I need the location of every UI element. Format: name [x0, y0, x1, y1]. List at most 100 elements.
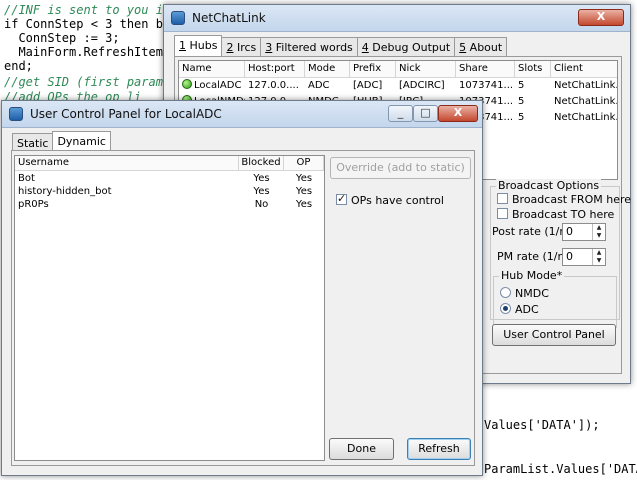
- ops-have-control-checkbox[interactable]: OPs have control: [336, 192, 444, 207]
- hub-prefix: [ADC]: [353, 80, 383, 91]
- hub-share: 1073741...: [459, 80, 514, 91]
- broadcast-options-group: Broadcast Options Broadcast FROM here Br…: [490, 179, 631, 328]
- radio-button[interactable]: [500, 287, 511, 298]
- tab-hubs[interactable]: 1 Hubs: [174, 35, 223, 57]
- dynamic-panel: Username Blocked OP Bot Yes Yes history-…: [11, 150, 475, 466]
- tab-debug-output[interactable]: 4 Debug Output: [356, 37, 456, 57]
- radio-label: ADC: [515, 303, 539, 316]
- column-header-share[interactable]: Share: [456, 61, 515, 77]
- hub-name: LocalADC: [194, 80, 242, 91]
- username: Bot: [18, 173, 35, 184]
- connected-status-icon: [182, 79, 192, 89]
- title-bar[interactable]: User Control Panel for LocalADC _ □ X: [2, 101, 482, 128]
- broadcast-to-checkbox[interactable]: Broadcast TO here: [497, 208, 614, 221]
- code-line: end;: [4, 59, 33, 73]
- spinner-arrows-icon[interactable]: ▲ ▼: [592, 249, 605, 265]
- column-header-prefix[interactable]: Prefix: [350, 61, 396, 77]
- checkbox-box[interactable]: [497, 193, 508, 204]
- username: history-hidden_bot: [18, 186, 112, 197]
- column-header-mode[interactable]: Mode: [305, 61, 350, 77]
- radio-label: NMDC: [515, 287, 549, 300]
- op-value: Yes: [295, 186, 313, 197]
- minimize-button[interactable]: _: [388, 105, 413, 122]
- column-header-nick[interactable]: Nick: [396, 61, 456, 77]
- hub-mode: ADC: [308, 80, 330, 91]
- hub-slots: 5: [518, 80, 525, 91]
- app-icon: [171, 11, 185, 25]
- table-header: Username Blocked OP: [15, 156, 324, 171]
- list-item[interactable]: Bot Yes Yes: [15, 172, 324, 185]
- column-header-slots[interactable]: Slots: [515, 61, 551, 77]
- users-list[interactable]: Username Blocked OP Bot Yes Yes history-…: [14, 155, 325, 461]
- pm-rate-spinner[interactable]: 0 ▲ ▼: [562, 248, 606, 266]
- code-line: ConnStep := 3;: [4, 31, 120, 45]
- hub-mode-adc-radio[interactable]: ADC: [500, 303, 539, 316]
- spinner-value: 0: [566, 250, 573, 263]
- blocked-value: Yes: [253, 186, 270, 197]
- tab-strip: 1 Hubs 2 Ircs 3 Filtered words 4 Debug Outp…: [174, 35, 508, 57]
- table-header: Name Host:port Mode Prefix Nick Share Sl…: [179, 61, 617, 78]
- column-header-client[interactable]: Client: [551, 61, 617, 77]
- tab-label: Ircs: [233, 41, 257, 54]
- post-rate-spinner[interactable]: 0 ▲ ▼: [562, 223, 606, 241]
- username: pR0Ps: [18, 199, 49, 210]
- tab-label: Hubs: [186, 39, 218, 52]
- hub-client: NetChatLink...: [554, 112, 618, 123]
- hub-client: NetChatLink...: [554, 96, 618, 107]
- code-line: ParamList.Values['DATA: [484, 462, 637, 476]
- radio-button[interactable]: [500, 303, 511, 314]
- tab-label: Debug Output: [368, 41, 451, 54]
- tab-hotkey: 4: [361, 41, 369, 54]
- op-value: Yes: [295, 199, 313, 210]
- maximize-button[interactable]: □: [413, 105, 438, 122]
- table-row[interactable]: LocalADC 127.0.0.... ADC [ADC] [ADCIRC] …: [179, 78, 617, 94]
- title-bar[interactable]: NetChatLink X: [164, 5, 630, 32]
- code-line: Values['DATA']);: [484, 418, 600, 432]
- hub-mode-group: Hub Mode* NMDC ADC: [493, 269, 617, 328]
- checkbox-label: OPs have control: [351, 194, 444, 207]
- blocked-value: Yes: [253, 173, 270, 184]
- hub-slots: 5: [518, 112, 525, 123]
- group-title: Hub Mode*: [499, 269, 565, 282]
- broadcast-from-checkbox[interactable]: Broadcast FROM here: [497, 193, 631, 206]
- column-header-op[interactable]: OP: [284, 156, 324, 170]
- spinner-value: 0: [566, 225, 573, 238]
- hub-nick: [ADCIRC]: [399, 80, 445, 91]
- list-item[interactable]: pR0Ps No Yes: [15, 198, 324, 211]
- hub-mode-nmdc-radio[interactable]: NMDC: [500, 287, 549, 300]
- window-title: NetChatLink: [192, 11, 266, 25]
- tab-filtered-words[interactable]: 3 Filtered words: [260, 37, 358, 57]
- close-button[interactable]: X: [578, 9, 624, 26]
- tab-label: About: [466, 41, 503, 54]
- column-header-blocked[interactable]: Blocked: [239, 156, 284, 170]
- checkbox-box[interactable]: [497, 208, 508, 219]
- column-header-name[interactable]: Name: [179, 61, 245, 77]
- close-button[interactable]: X: [438, 105, 478, 122]
- column-header-username[interactable]: Username: [15, 156, 239, 170]
- override-button[interactable]: Override (add to static): [330, 157, 471, 179]
- hub-slots: 5: [518, 96, 525, 107]
- refresh-button[interactable]: Refresh: [407, 438, 471, 460]
- tab-strip: Static Dynamic: [12, 131, 111, 153]
- hub-client: NetChatLink...: [554, 80, 618, 91]
- tab-about[interactable]: 5 About: [454, 37, 508, 57]
- spinner-arrows-icon[interactable]: ▲ ▼: [592, 224, 605, 240]
- list-item[interactable]: history-hidden_bot Yes Yes: [15, 185, 324, 198]
- user-control-panel-window: User Control Panel for LocalADC _ □ X St…: [1, 100, 483, 476]
- hub-host: 127.0.0....: [248, 80, 299, 91]
- checkbox-label: Broadcast TO here: [512, 208, 615, 221]
- window-title: User Control Panel for LocalADC: [30, 107, 222, 121]
- done-button[interactable]: Done: [329, 438, 394, 460]
- checkbox-box[interactable]: [336, 192, 347, 205]
- tab-ircs[interactable]: 2 Ircs: [221, 37, 262, 57]
- checkbox-label: Broadcast FROM here: [512, 193, 632, 206]
- column-header-host[interactable]: Host:port: [245, 61, 305, 77]
- group-title: Broadcast Options: [496, 179, 602, 192]
- user-control-panel-button[interactable]: User Control Panel: [492, 324, 616, 346]
- code-line: MainForm.RefreshItem(: [4, 45, 171, 59]
- blocked-value: No: [254, 199, 269, 210]
- code-line: //get SID (first param,: [4, 75, 171, 89]
- op-value: Yes: [295, 173, 313, 184]
- app-icon: [9, 107, 23, 121]
- tab-hotkey: 1: [179, 39, 186, 52]
